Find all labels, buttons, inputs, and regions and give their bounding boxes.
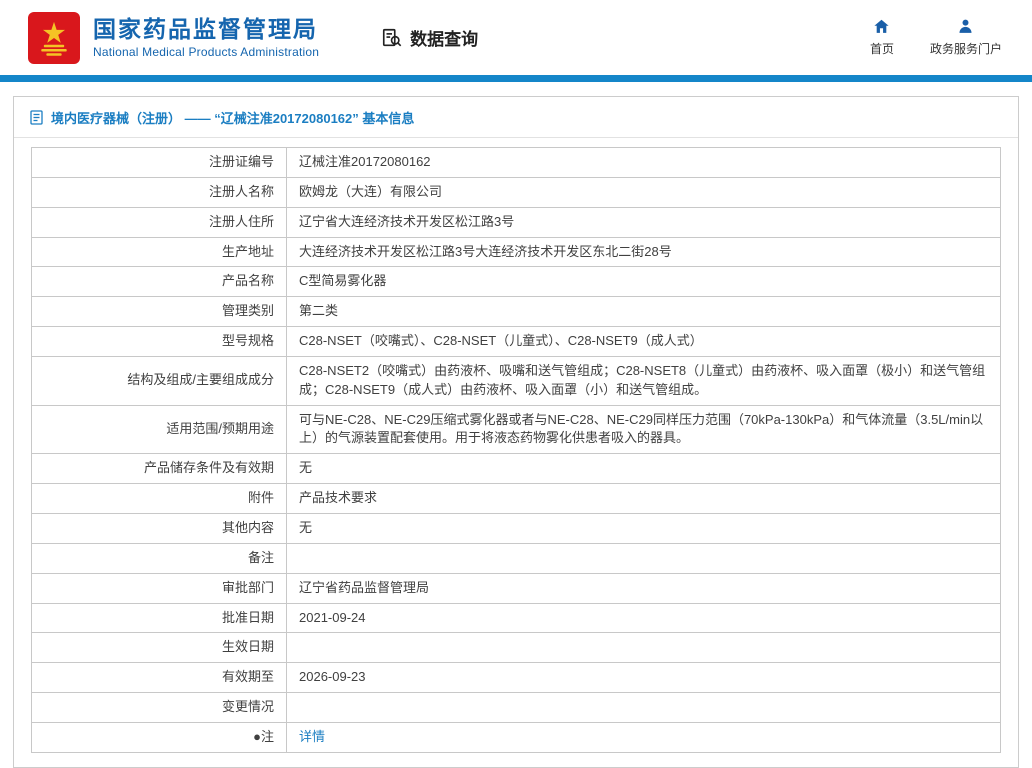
field-value: 辽宁省大连经济技术开发区松江路3号 (287, 207, 1001, 237)
org-name-en: National Medical Products Administration (93, 45, 319, 59)
table-row: 结构及组成/主要组成成分C28-NSET2（咬嘴式）由药液杯、吸嘴和送气管组成；… (32, 356, 1001, 405)
org-name-cn: 国家药品监督管理局 (93, 16, 319, 42)
field-label: 生效日期 (32, 633, 287, 663)
accent-bar (0, 75, 1032, 82)
field-label: 变更情况 (32, 693, 287, 723)
table-row: 附件产品技术要求 (32, 484, 1001, 514)
field-label: 管理类别 (32, 297, 287, 327)
registration-info-table: 注册证编号辽械注准20172080162注册人名称欧姆龙（大连）有限公司注册人住… (31, 147, 1001, 753)
table-row: 注册人名称欧姆龙（大连）有限公司 (32, 177, 1001, 207)
field-value: 辽宁省药品监督管理局 (287, 573, 1001, 603)
field-label: 型号规格 (32, 327, 287, 357)
field-value: 辽械注准20172080162 (287, 148, 1001, 178)
field-label: 生产地址 (32, 237, 287, 267)
nav-home-label: 首页 (870, 40, 894, 57)
field-label: 批准日期 (32, 603, 287, 633)
field-label: ●注 (32, 722, 287, 752)
field-value: 无 (287, 454, 1001, 484)
document-icon (30, 110, 43, 125)
field-label: 产品名称 (32, 267, 287, 297)
national-emblem-icon (28, 12, 80, 64)
field-value (287, 693, 1001, 723)
nav-portal[interactable]: 政务服务门户 (930, 18, 1002, 57)
table-row: 注册人住所辽宁省大连经济技术开发区松江路3号 (32, 207, 1001, 237)
page: 国家药品监督管理局 National Medical Products Admi… (0, 0, 1032, 768)
field-label: 审批部门 (32, 573, 287, 603)
table-row: 型号规格C28-NSET（咬嘴式）、C28-NSET（儿童式）、C28-NSET… (32, 327, 1001, 357)
field-label: 结构及组成/主要组成成分 (32, 356, 287, 405)
field-value (287, 633, 1001, 663)
table-row: 审批部门辽宁省药品监督管理局 (32, 573, 1001, 603)
field-value: C28-NSET2（咬嘴式）由药液杯、吸嘴和送气管组成；C28-NSET8（儿童… (287, 356, 1001, 405)
table-row: 有效期至2026-09-23 (32, 663, 1001, 693)
field-label: 注册人名称 (32, 177, 287, 207)
brand-text: 国家药品监督管理局 National Medical Products Admi… (93, 16, 319, 59)
field-value (287, 543, 1001, 573)
page-title-bar: 境内医疗器械（注册） —— “辽械注准20172080162” 基本信息 (14, 97, 1018, 138)
top-nav: 首页 政务服务门户 (870, 18, 1002, 57)
house-icon (873, 18, 890, 35)
field-label: 有效期至 (32, 663, 287, 693)
field-value: 可与NE-C28、NE-C29压缩式雾化器或者与NE-C28、NE-C29同样压… (287, 405, 1001, 454)
field-value: 大连经济技术开发区松江路3号大连经济技术开发区东北二街28号 (287, 237, 1001, 267)
table-row: ●注详情 (32, 722, 1001, 752)
field-label: 其他内容 (32, 513, 287, 543)
field-value: 2021-09-24 (287, 603, 1001, 633)
table-row: 适用范围/预期用途可与NE-C28、NE-C29压缩式雾化器或者与NE-C28、… (32, 405, 1001, 454)
field-value: C28-NSET（咬嘴式）、C28-NSET（儿童式）、C28-NSET9（成人… (287, 327, 1001, 357)
nav-portal-label: 政务服务门户 (930, 40, 1002, 57)
field-value: 第二类 (287, 297, 1001, 327)
field-label: 产品储存条件及有效期 (32, 454, 287, 484)
page-title: 境内医疗器械（注册） —— “辽械注准20172080162” 基本信息 (51, 108, 414, 127)
field-value: 欧姆龙（大连）有限公司 (287, 177, 1001, 207)
table-row: 变更情况 (32, 693, 1001, 723)
field-label: 注册人住所 (32, 207, 287, 237)
document-magnifier-icon (381, 27, 403, 49)
field-value: 详情 (287, 722, 1001, 752)
field-value: 产品技术要求 (287, 484, 1001, 514)
table-row: 批准日期2021-09-24 (32, 603, 1001, 633)
table-row: 注册证编号辽械注准20172080162 (32, 148, 1001, 178)
table-row: 备注 (32, 543, 1001, 573)
content-panel: 境内医疗器械（注册） —— “辽械注准20172080162” 基本信息 注册证… (13, 96, 1019, 768)
table-row: 管理类别第二类 (32, 297, 1001, 327)
field-label: 附件 (32, 484, 287, 514)
nav-home[interactable]: 首页 (870, 18, 894, 57)
table-row: 产品储存条件及有效期无 (32, 454, 1001, 484)
field-value: 2026-09-23 (287, 663, 1001, 693)
table-row: 生产地址大连经济技术开发区松江路3号大连经济技术开发区东北二街28号 (32, 237, 1001, 267)
info-table-body: 注册证编号辽械注准20172080162注册人名称欧姆龙（大连）有限公司注册人住… (32, 148, 1001, 753)
header: 国家药品监督管理局 National Medical Products Admi… (0, 0, 1032, 75)
table-row: 其他内容无 (32, 513, 1001, 543)
nav-data-query-label: 数据查询 (410, 25, 478, 50)
detail-link[interactable]: 详情 (299, 729, 325, 744)
field-label: 备注 (32, 543, 287, 573)
table-row: 产品名称C型简易雾化器 (32, 267, 1001, 297)
field-value: C型简易雾化器 (287, 267, 1001, 297)
field-label: 注册证编号 (32, 148, 287, 178)
field-label: 适用范围/预期用途 (32, 405, 287, 454)
user-icon (957, 18, 974, 35)
table-row: 生效日期 (32, 633, 1001, 663)
field-value: 无 (287, 513, 1001, 543)
nav-data-query[interactable]: 数据查询 (381, 25, 478, 50)
nmpa-logo[interactable]: 国家药品监督管理局 National Medical Products Admi… (28, 12, 319, 64)
